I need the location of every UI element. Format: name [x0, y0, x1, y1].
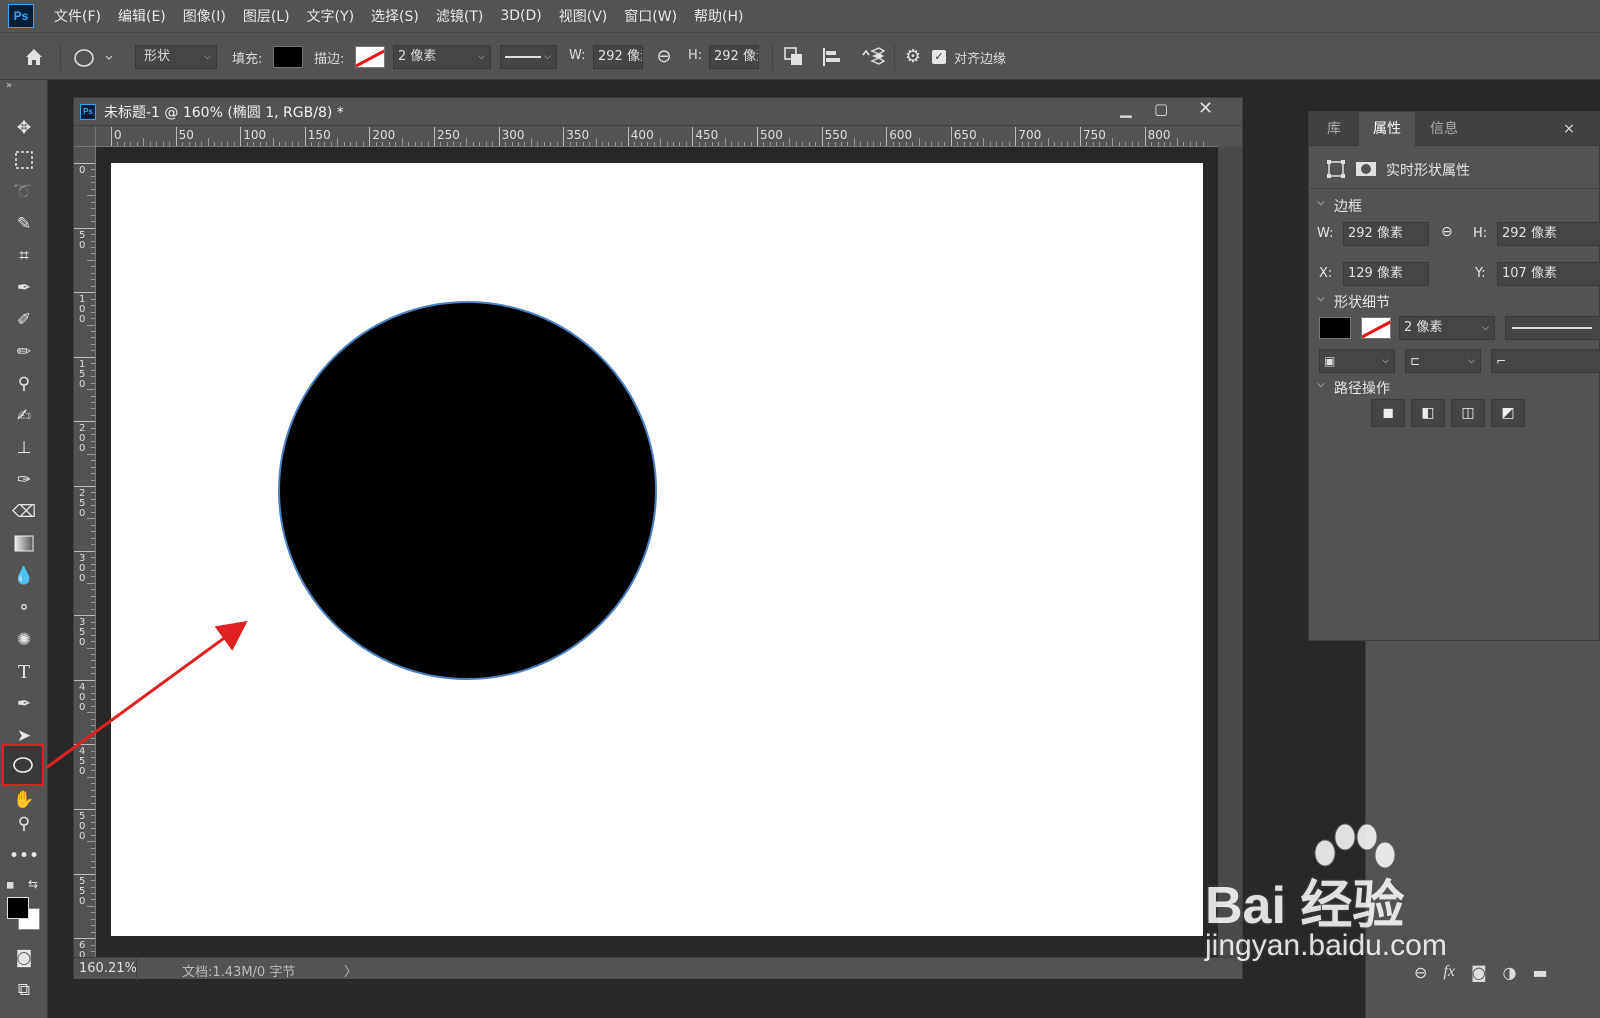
stroke-align-dropdown[interactable]: ▣ ⌵	[1319, 349, 1395, 373]
fx-icon[interactable]: fx	[1443, 963, 1455, 981]
h-label: H:	[1473, 226, 1488, 241]
shape-stroke-width-value: 2 像素	[1404, 320, 1443, 335]
w-label: W:	[1317, 226, 1334, 241]
h-input[interactable]: 292 像素	[1497, 222, 1600, 246]
properties-panel: 库 属性 信息 × 实时形状属性 ⌵ 边框 W: 292 像素 ⊖ H: 292…	[1308, 111, 1600, 641]
shape-stroke-type[interactable]	[1505, 316, 1600, 340]
new-group-icon[interactable]: ▬	[1532, 963, 1547, 982]
shape-properties-icon[interactable]	[1325, 158, 1347, 180]
layer-mask-icon[interactable]: ◙	[1471, 963, 1487, 982]
watermark-url: jingyan.baidu.com	[1205, 929, 1447, 962]
live-shape-properties-heading: 实时形状属性	[1386, 163, 1470, 179]
shape-stroke-swatch[interactable]	[1361, 317, 1391, 339]
y-label: Y:	[1475, 266, 1486, 281]
subtract-shape-icon[interactable]: ◧	[1411, 399, 1445, 427]
solid-line-icon	[1512, 327, 1592, 329]
stroke-corners-dropdown[interactable]: ⌐	[1491, 349, 1600, 373]
chevron-down-icon[interactable]: ⌵	[1317, 197, 1325, 208]
x-input[interactable]: 129 像素	[1343, 262, 1429, 286]
tab-info[interactable]: 信息	[1415, 112, 1473, 146]
tab-libraries[interactable]: 库	[1309, 112, 1359, 146]
exclude-overlap-icon[interactable]: ◩	[1491, 399, 1525, 427]
stroke-caps-dropdown[interactable]: ⊏ ⌵	[1405, 349, 1481, 373]
panel-tabs: 库 属性 信息 ×	[1309, 112, 1600, 146]
chevron-down-icon: ⌵	[1382, 356, 1389, 366]
watermark-logo: Bai 经验	[1205, 877, 1405, 935]
stroke-caps-icon: ⊏	[1410, 354, 1421, 368]
intersect-shapes-icon[interactable]: ◫	[1451, 399, 1485, 427]
link-layers-icon[interactable]: ⊖	[1414, 963, 1427, 982]
baidu-watermark: Bai 经验 jingyan.baidu.com	[1205, 823, 1495, 963]
chevron-down-icon[interactable]: ⌵	[1317, 379, 1325, 390]
y-input[interactable]: 107 像素	[1497, 262, 1600, 286]
x-label: X:	[1319, 266, 1333, 281]
stroke-align-icon: ▣	[1324, 354, 1336, 368]
section-bounds[interactable]: 边框	[1334, 196, 1362, 216]
chevron-down-icon: ⌵	[1468, 356, 1475, 366]
w-input[interactable]: 292 像素	[1343, 222, 1429, 246]
section-shape-details[interactable]: 形状细节	[1334, 292, 1390, 312]
shape-fill-swatch[interactable]	[1319, 317, 1351, 339]
panel-close-icon[interactable]: ×	[1559, 112, 1579, 146]
chevron-down-icon[interactable]: ⌵	[1317, 293, 1325, 304]
combine-shapes-icon[interactable]: ◼	[1371, 399, 1405, 427]
tab-properties[interactable]: 属性	[1359, 112, 1415, 146]
mask-properties-icon[interactable]	[1355, 158, 1377, 180]
link-icon[interactable]: ⊖	[1441, 224, 1453, 240]
section-path-operations[interactable]: 路径操作	[1334, 378, 1390, 398]
shape-stroke-width[interactable]: 2 像素 ⌵	[1399, 316, 1495, 340]
adjustment-layer-icon[interactable]: ◑	[1502, 963, 1516, 982]
chevron-down-icon: ⌵	[1482, 323, 1489, 333]
stroke-corners-icon: ⌐	[1496, 354, 1507, 368]
